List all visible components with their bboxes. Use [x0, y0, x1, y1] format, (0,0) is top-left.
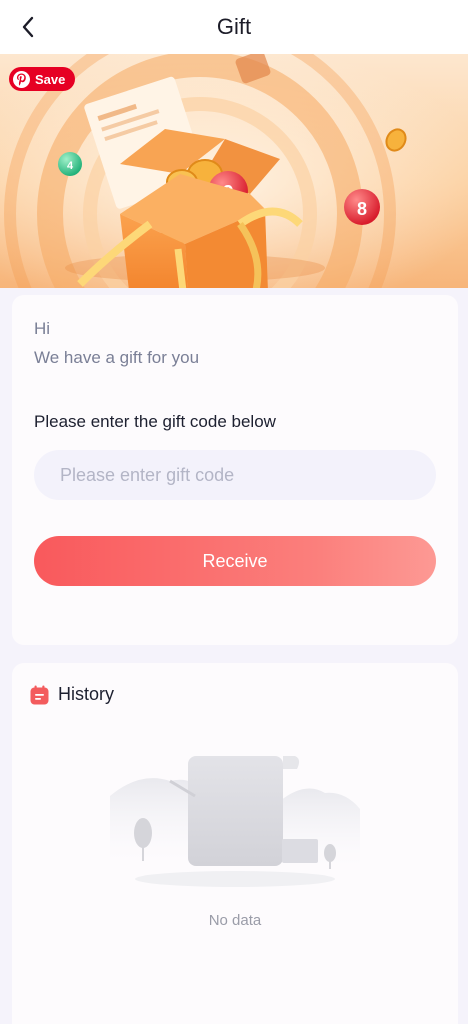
gift-box-illustration: 9 8 4: [0, 54, 468, 288]
empty-state-illustration: [110, 756, 360, 887]
save-label: Save: [35, 71, 66, 87]
gift-code-card: Hi We have a gift for you Please enter t…: [12, 295, 458, 645]
gift-banner: 9 8 4 Save: [0, 54, 468, 288]
chevron-left-icon: [22, 16, 34, 38]
empty-state-text: No data: [208, 912, 262, 929]
top-bar: Gift: [0, 0, 468, 54]
history-title: History: [58, 684, 115, 704]
pinterest-save-button[interactable]: Save: [9, 67, 76, 91]
history-header: History: [30, 684, 114, 705]
greeting-text: Hi: [34, 319, 51, 338]
history-card: History No data: [12, 663, 458, 1024]
gift-code-prompt: Please enter the gift code below: [34, 412, 276, 431]
receive-button[interactable]: Receive: [34, 536, 436, 586]
back-button[interactable]: [8, 7, 48, 47]
gift-subtitle: We have a gift for you: [34, 348, 200, 367]
pinterest-icon: [13, 70, 30, 88]
ball-number: 8: [357, 199, 367, 219]
gift-code-input[interactable]: [34, 450, 436, 500]
page-title: Gift: [216, 14, 252, 39]
calendar-list-icon: [30, 685, 49, 704]
ball-number: 4: [67, 160, 74, 172]
